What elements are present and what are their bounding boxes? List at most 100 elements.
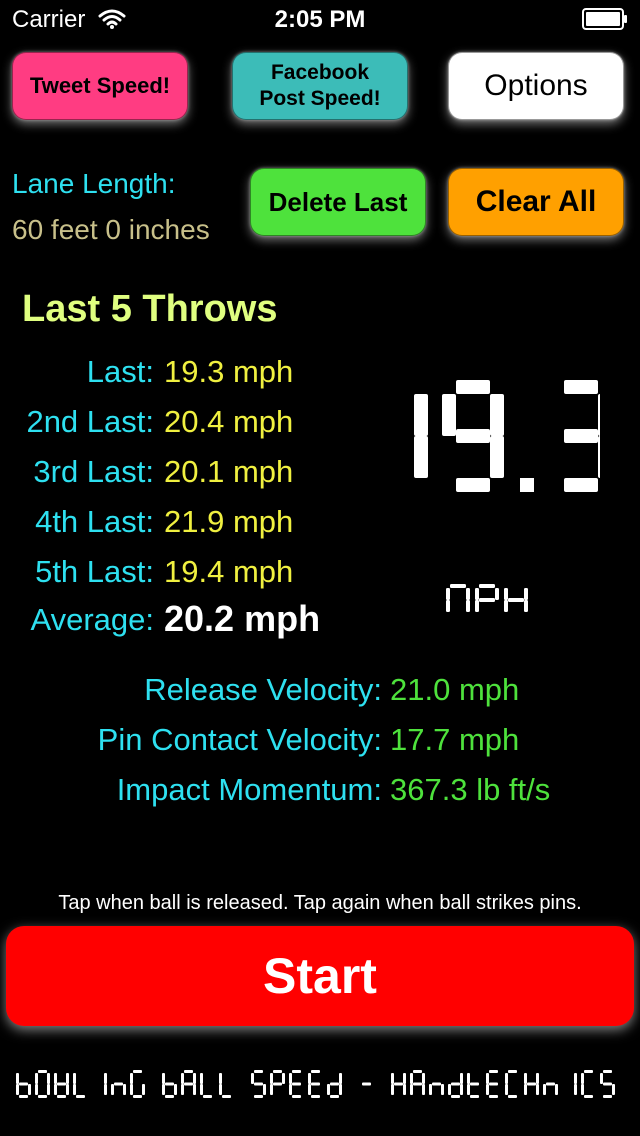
pin-contact-velocity-label: Pin Contact Velocity: (97, 722, 382, 757)
footer-letter-segment (289, 1084, 292, 1095)
status-bar: Carrier 2:05 PM (0, 0, 640, 40)
footer-letter-segment (460, 1084, 463, 1095)
footer-letter-segment (35, 1084, 38, 1095)
footer-letter-segment (282, 1073, 285, 1084)
speed-digit-segment (456, 478, 490, 492)
footer-letter-segment (536, 1073, 539, 1084)
speed-digit-segment (564, 429, 598, 443)
unit-letter-segment (504, 600, 508, 612)
footer-letter-segment (19, 1082, 28, 1086)
release-velocity-value: 21.0 mph (390, 672, 520, 707)
footer-letter-segment (394, 1082, 403, 1086)
footer-letter-segment (403, 1073, 406, 1084)
footer-letter-segment (273, 1070, 282, 1073)
footer-letter-segment (54, 1073, 57, 1084)
start-button[interactable]: Start (6, 926, 634, 1026)
tweet-speed-button[interactable]: Tweet Speed! (12, 52, 188, 120)
footer-letter-segment (16, 1073, 19, 1084)
footer-letter-segment (603, 1082, 612, 1086)
app-screen: Carrier 2:05 PM Tweet Speed! Facebook Po… (0, 0, 640, 1136)
footer-letter-segment (451, 1095, 460, 1098)
footer-letter-segment (391, 1084, 394, 1095)
speed-readout (414, 380, 600, 492)
footer-letter-segment (584, 1095, 593, 1098)
impact-momentum-label: Impact Momentum: (116, 772, 382, 807)
footer-letter-segment (35, 1073, 38, 1084)
footer-letter-segment (327, 1084, 330, 1095)
footer-letter-segment (38, 1070, 47, 1073)
tweet-speed-label: Tweet Speed! (29, 73, 171, 98)
throw-value: 20.1 mph (164, 454, 294, 489)
clock: 2:05 PM (274, 6, 366, 33)
footer-letter-segment (339, 1073, 342, 1084)
options-button[interactable]: Options (448, 52, 624, 120)
footer-letter-segment (111, 1084, 114, 1095)
footer-letter-segment (28, 1084, 31, 1095)
speed-digit-segment (564, 380, 598, 394)
unit-letter-segment (495, 588, 499, 600)
stat-row: Impact Momentum: 367.3 lb ft/s (0, 772, 640, 812)
footer-letter-segment (330, 1082, 339, 1086)
footer-letter-segment (289, 1073, 292, 1084)
footer-letter-segment (603, 1095, 612, 1098)
footer-letter-segment (292, 1095, 301, 1098)
speed-digit-segment (490, 394, 504, 436)
footer-letter-segment (422, 1084, 425, 1095)
footer-letter-segment (489, 1082, 498, 1086)
footer-letter-segment (339, 1084, 342, 1095)
footer-letter-segment (524, 1073, 527, 1084)
footer-letter-segment (292, 1082, 301, 1086)
footer-letter-segment (486, 1073, 489, 1084)
unit-letter-segment (479, 584, 495, 588)
footer-letter-segment (254, 1095, 263, 1098)
footer-letter-segment (311, 1082, 320, 1086)
footer-letter-segment (57, 1095, 66, 1098)
footer-letter-segment (254, 1070, 263, 1073)
footer-letter-segment (489, 1095, 498, 1098)
footer-letter-segment (73, 1073, 76, 1084)
footer-letter-segment (543, 1084, 546, 1095)
speed-digit-dot (520, 478, 534, 492)
release-velocity-label: Release Velocity: (144, 672, 382, 707)
facebook-label-line1: Facebook (270, 61, 370, 84)
footer-letter-segment (270, 1084, 273, 1095)
delete-last-button[interactable]: Delete Last (250, 168, 426, 236)
footer-letter-segment (574, 1073, 577, 1084)
speed-digit-segment (598, 394, 600, 436)
footer-letter-segment (508, 1095, 517, 1098)
footer-letter-segment (308, 1073, 311, 1084)
footer-letter-segment (470, 1082, 479, 1086)
footer-letter-segment (448, 1084, 451, 1095)
average-row: Average: 20.2 mph (0, 598, 640, 642)
footer-letter-segment (470, 1095, 479, 1098)
throw-label: 2nd Last: (26, 404, 154, 439)
stat-row: Release Velocity: 21.0 mph (0, 672, 640, 712)
speed-digit-segment (490, 436, 504, 478)
options-label: Options (484, 69, 588, 102)
footer-letter-segment (422, 1073, 425, 1084)
footer-letter-segment (270, 1073, 273, 1084)
footer-letter-segment (429, 1084, 432, 1095)
footer-letter-segment (47, 1073, 50, 1084)
footer-letter-segment (460, 1073, 463, 1084)
footer-letter-segment (441, 1084, 444, 1095)
footer-letter-segment (57, 1082, 66, 1086)
footer-letter-segment (200, 1073, 203, 1084)
stat-row: Pin Contact Velocity: 17.7 mph (0, 722, 640, 762)
footer-letter-segment (219, 1084, 222, 1095)
unit-letter-segment (450, 584, 466, 588)
footer-letter-segment (603, 1070, 612, 1073)
facebook-post-button[interactable]: Facebook Post Speed! (232, 52, 408, 120)
clear-all-button[interactable]: Clear All (448, 168, 624, 236)
average-label: Average: (30, 602, 154, 637)
footer-letter-segment (104, 1084, 107, 1095)
speed-digit-segment (414, 394, 428, 436)
lane-length-value: 60 feet 0 inches (12, 214, 210, 245)
footer-letter-segment (524, 1084, 527, 1095)
footer-letter-segment (546, 1082, 555, 1086)
footer-letter-segment (527, 1082, 536, 1086)
facebook-label-line2: Post Speed! (259, 87, 381, 110)
speed-digit-segment (456, 380, 490, 394)
footer-letter-segment (581, 1084, 584, 1095)
throws-title: Last 5 Throws (22, 288, 278, 330)
